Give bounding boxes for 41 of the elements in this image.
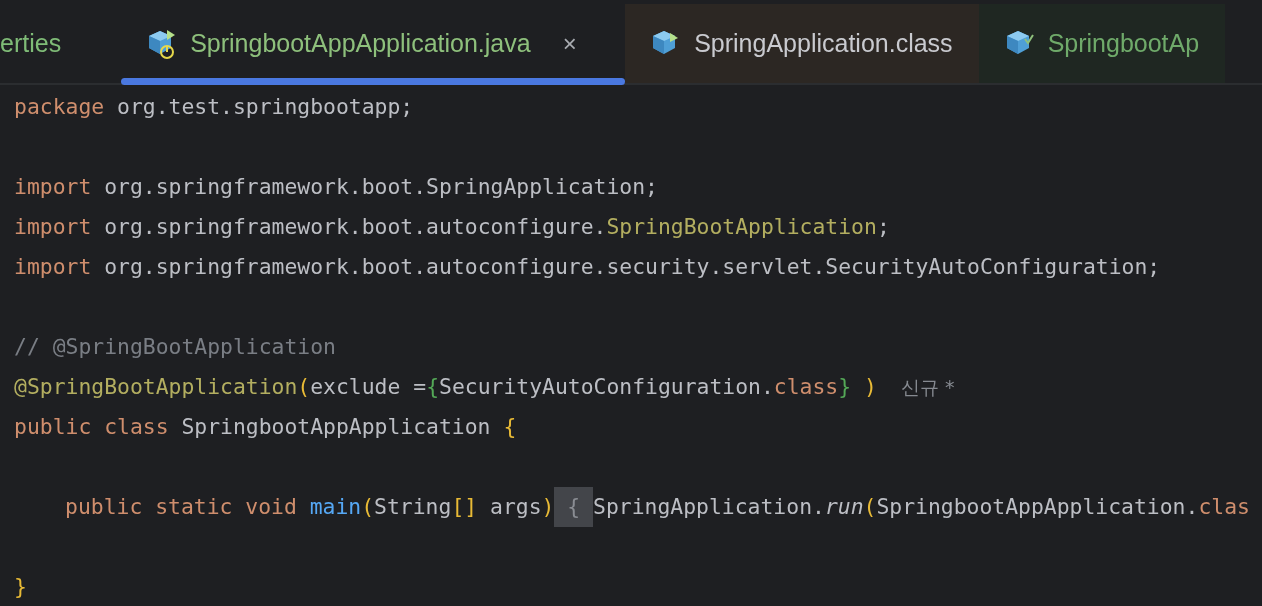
code-token: main	[309, 493, 362, 521]
code-token: SpringbootAppApplication.	[876, 493, 1199, 521]
code-token: SecurityAutoConfiguration.	[439, 373, 774, 401]
code-token: args	[489, 493, 542, 521]
code-token: {	[426, 373, 439, 401]
code-token: @SpringBootApplication	[14, 373, 298, 401]
code-token: }	[838, 373, 852, 401]
code-token: exclude =	[310, 373, 427, 401]
code-token: SpringBootApplication	[606, 213, 877, 241]
code-token: package	[14, 93, 105, 121]
code-token: import	[14, 253, 92, 281]
code-token: []	[451, 493, 478, 521]
code-token: String	[374, 493, 452, 521]
code-token: (	[863, 493, 877, 521]
code-token: {	[554, 487, 594, 527]
code-token: class	[773, 373, 839, 401]
code-token: // @SpringBootApplication	[14, 333, 336, 361]
code-token: org.springframework.boot.SpringApplication;	[103, 173, 658, 201]
code-token: )	[863, 373, 877, 401]
code-token: }	[14, 573, 27, 601]
code-token: public static void	[65, 493, 298, 521]
code-token: SpringApplication.	[593, 493, 825, 521]
code-token: ;	[876, 213, 890, 241]
code-token: (	[361, 493, 375, 521]
code-token: SpringbootAppApplication	[180, 413, 492, 441]
editor-tab[interactable]: SpringbootAp	[978, 4, 1226, 83]
editor-tab[interactable]: SpringApplication.class	[625, 4, 979, 83]
code-token: (	[297, 373, 311, 401]
code-token: public class	[14, 413, 169, 441]
inlay-hint: 신규 *	[900, 375, 955, 400]
code-token: )	[541, 493, 555, 521]
code-token: org.springframework.boot.autoconfigure.security.servlet.SecurityAutoConfiguration;	[103, 253, 1161, 281]
code-token: clas	[1198, 493, 1250, 521]
class-run-icon	[147, 28, 177, 59]
code-token: org.springframework.boot.autoconfigure.	[103, 213, 607, 241]
code-token: {	[503, 413, 517, 441]
close-button[interactable]: ×	[562, 29, 577, 58]
code-token: import	[14, 173, 92, 201]
code-token: run	[824, 493, 864, 521]
code-token: org.test.springbootapp;	[116, 93, 414, 121]
code-token: import	[14, 213, 92, 241]
